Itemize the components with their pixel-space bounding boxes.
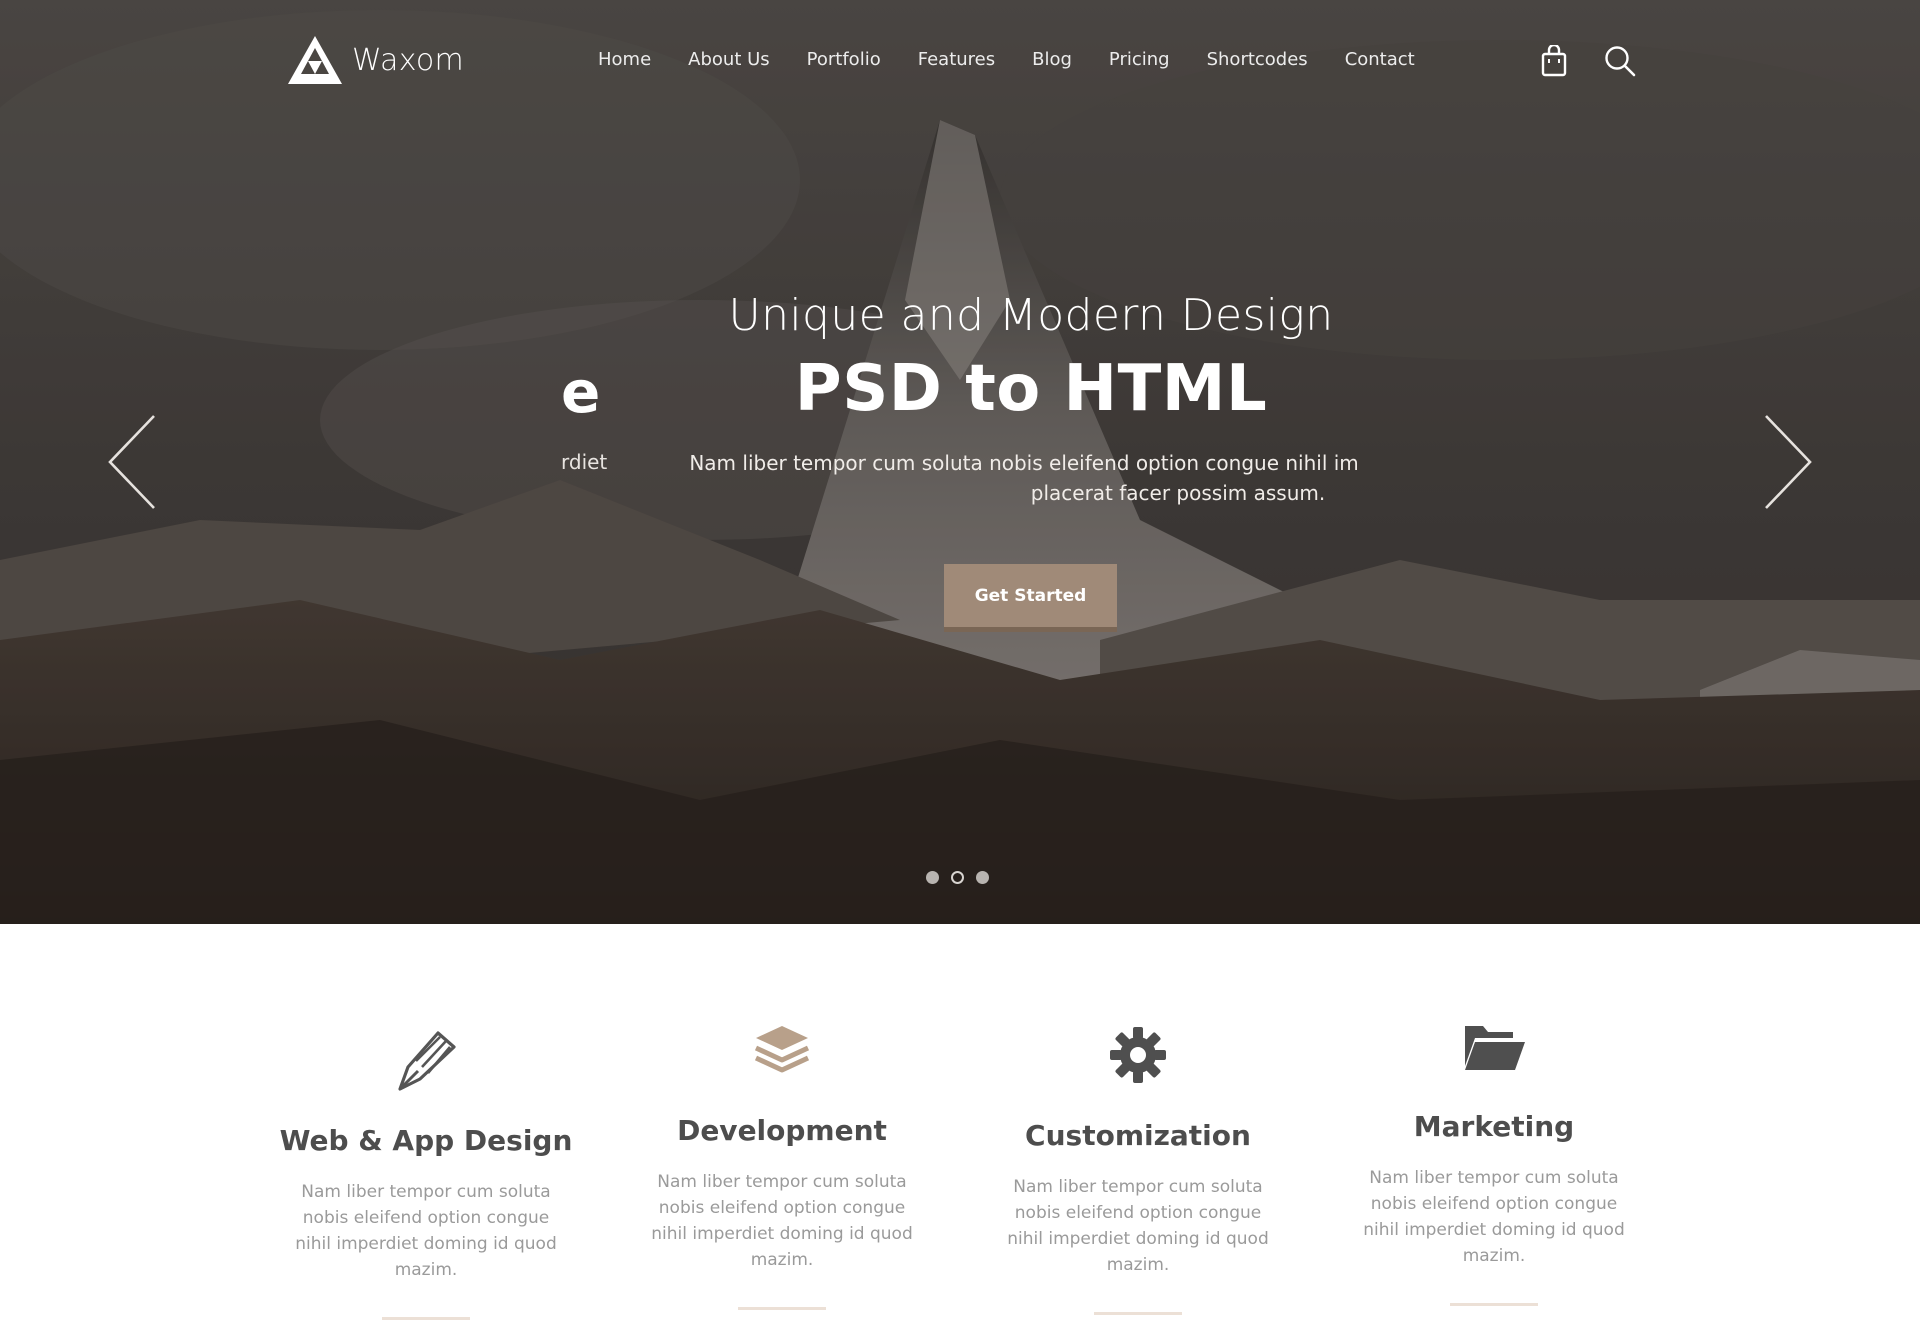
logo[interactable]: Waxom xyxy=(286,34,464,86)
service-description: Nam liber tempor cum soluta nobis eleife… xyxy=(1363,1168,1625,1266)
layers-icon xyxy=(612,1014,952,1086)
hero-subtitle: Unique and Modern Design xyxy=(728,290,1334,341)
get-started-button[interactable]: Get Started xyxy=(944,564,1117,632)
service-divider xyxy=(382,1317,470,1320)
service-card-web-app-design: Web & App Design Nam liber tempor cum so… xyxy=(256,1024,596,1320)
chevron-right-icon[interactable] xyxy=(1760,412,1816,512)
service-title: Marketing xyxy=(1413,1110,1575,1143)
service-card-customization: Customization Nam liber tempor cum solut… xyxy=(968,1019,1308,1315)
main-navbar: Waxom Home About Us Portfolio Features B… xyxy=(0,0,1920,124)
service-description: Nam liber tempor cum soluta nobis eleife… xyxy=(651,1172,913,1270)
services-section: Web & App Design Nam liber tempor cum so… xyxy=(0,924,1920,1341)
service-description: Nam liber tempor cum soluta nobis eleife… xyxy=(295,1182,557,1280)
nav-item-portfolio[interactable]: Portfolio xyxy=(807,49,881,70)
search-icon[interactable] xyxy=(1604,44,1636,78)
nav-item-blog[interactable]: Blog xyxy=(1032,49,1072,70)
nav-item-features[interactable]: Features xyxy=(918,49,995,70)
service-title: Web & App Design xyxy=(279,1124,573,1157)
nav-item-pricing[interactable]: Pricing xyxy=(1109,49,1170,70)
service-description: Nam liber tempor cum soluta nobis eleife… xyxy=(1007,1177,1269,1275)
nav-actions xyxy=(1538,44,1636,78)
nav-item-shortcodes[interactable]: Shortcodes xyxy=(1207,49,1308,70)
slide-dot-3[interactable] xyxy=(976,871,989,884)
pen-nib-icon xyxy=(256,1024,596,1096)
shopping-bag-icon[interactable] xyxy=(1538,44,1570,78)
previous-slide-text-fragment: rdiet xyxy=(561,450,608,474)
hero-slider: Waxom Home About Us Portfolio Features B… xyxy=(0,0,1920,924)
folder-open-icon xyxy=(1324,1010,1664,1082)
slide-dot-1[interactable] xyxy=(926,871,939,884)
service-divider xyxy=(1094,1312,1182,1315)
nav-item-about-us[interactable]: About Us xyxy=(688,49,770,70)
brand-name: Waxom xyxy=(352,42,465,78)
service-card-development: Development Nam liber tempor cum soluta … xyxy=(612,1014,952,1310)
service-divider xyxy=(1450,1303,1538,1306)
nav-item-home[interactable]: Home xyxy=(598,49,651,70)
hero-title: PSD to HTML xyxy=(794,352,1268,426)
service-title: Customization xyxy=(1025,1119,1251,1152)
slide-dot-2-active[interactable] xyxy=(951,871,964,884)
service-card-marketing: Marketing Nam liber tempor cum soluta no… xyxy=(1324,1010,1664,1306)
service-title: Development xyxy=(677,1114,887,1147)
service-divider xyxy=(738,1307,826,1310)
chevron-left-icon[interactable] xyxy=(104,412,160,512)
nav-item-contact[interactable]: Contact xyxy=(1345,49,1415,70)
gear-icon xyxy=(968,1019,1308,1091)
nav-menu: Home About Us Portfolio Features Blog Pr… xyxy=(598,49,1452,70)
slider-pagination xyxy=(926,871,989,884)
triangle-logo-icon xyxy=(288,36,342,84)
